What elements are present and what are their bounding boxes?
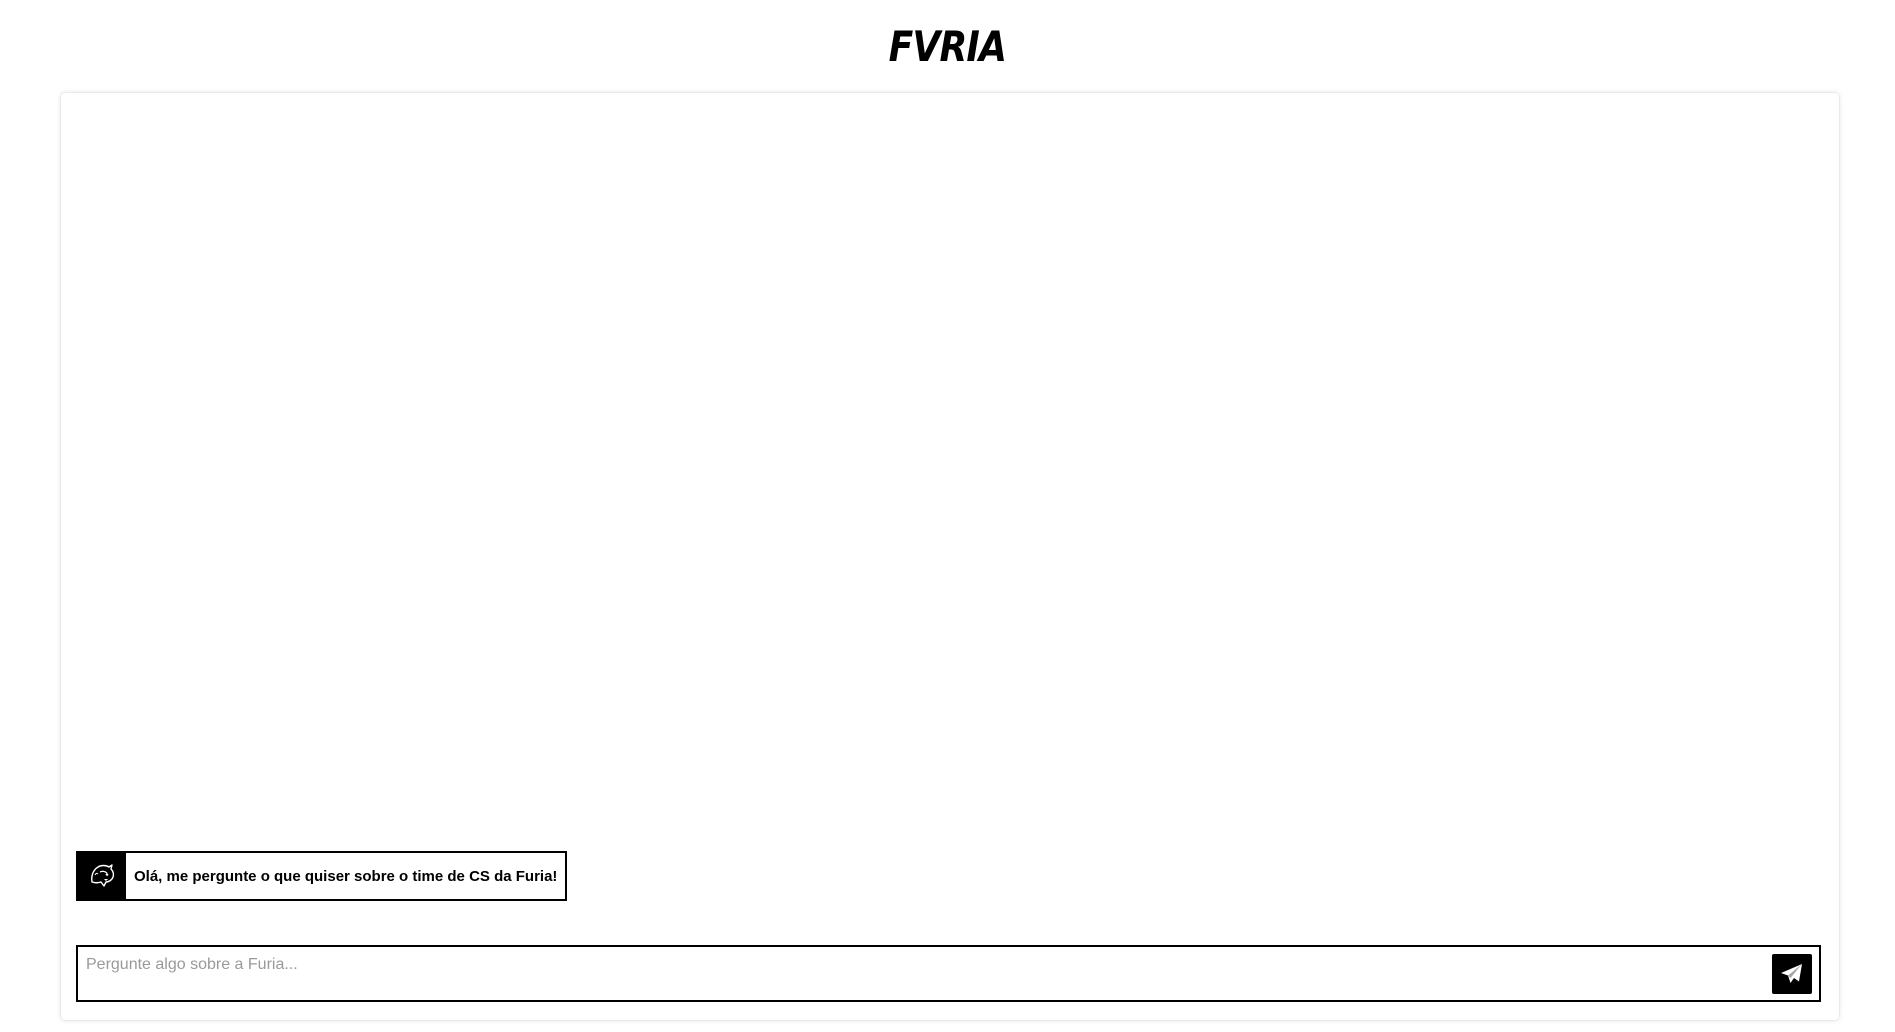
- message-input[interactable]: [86, 953, 1736, 977]
- bot-message: Olá, me pergunte o que quiser sobre o ti…: [76, 851, 568, 901]
- bot-message-text: Olá, me pergunte o que quiser sobre o ti…: [134, 867, 558, 885]
- paper-plane-icon: [1781, 964, 1802, 983]
- message-composer: [76, 945, 1821, 1002]
- panther-icon: [91, 864, 115, 887]
- chat-panel: Olá, me pergunte o que quiser sobre o ti…: [61, 93, 1839, 1020]
- furia-logo: FVRIA: [888, 22, 1007, 71]
- page: FVRIA Olá, me pergunte o que quiser sobr…: [0, 0, 1895, 1032]
- send-button[interactable]: [1772, 954, 1812, 994]
- message-list: Olá, me pergunte o que quiser sobre o ti…: [61, 93, 1839, 905]
- header: FVRIA: [0, 0, 1895, 92]
- bot-avatar: [78, 853, 126, 899]
